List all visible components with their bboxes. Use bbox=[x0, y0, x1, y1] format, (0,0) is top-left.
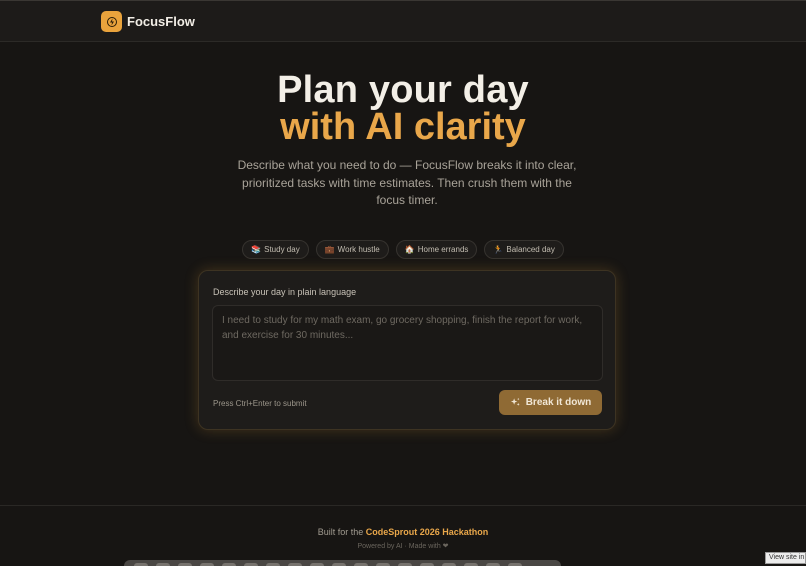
preset-chip-label: Balanced day bbox=[506, 245, 555, 254]
preset-chips: 📚 Study day 💼 Work hustle 🏠 Home errands… bbox=[0, 240, 806, 259]
break-it-down-button[interactable]: Break it down bbox=[499, 390, 602, 415]
hero: Plan your day with AI clarity bbox=[0, 68, 806, 146]
day-description-textarea[interactable]: I need to study for my math exam, go gro… bbox=[212, 305, 603, 381]
preset-chip-label: Study day bbox=[264, 245, 300, 254]
brand-name[interactable]: FocusFlow bbox=[127, 14, 195, 29]
preset-chip-balanced-day[interactable]: 🏃 Balanced day bbox=[484, 240, 564, 259]
sparkles-icon bbox=[510, 397, 520, 406]
input-label: Describe your day in plain language bbox=[213, 287, 357, 297]
hero-subtitle: Describe what you need to do — FocusFlow… bbox=[237, 158, 577, 207]
preset-chip-study-day[interactable]: 📚 Study day bbox=[242, 240, 309, 259]
lightning-bolt-icon bbox=[106, 16, 117, 27]
footer-powered: Powered by AI · Made with ❤ bbox=[357, 543, 449, 550]
top-nav: FocusFlow bbox=[0, 1, 806, 42]
os-dock bbox=[124, 560, 561, 566]
footer-credit: Built for the CodeSprout 2026 Hackathon bbox=[0, 527, 806, 537]
break-it-down-label: Break it down bbox=[525, 397, 592, 408]
hero-title-accent: with AI clarity bbox=[280, 106, 526, 148]
preset-chip-label: Home errands bbox=[417, 245, 469, 254]
briefcase-icon: 💼 bbox=[324, 245, 335, 254]
preset-chip-home-errands[interactable]: 🏠 Home errands bbox=[395, 240, 478, 259]
preset-chip-work-hustle[interactable]: 💼 Work hustle bbox=[315, 240, 389, 259]
runner-icon: 🏃 bbox=[493, 245, 504, 254]
footer-divider bbox=[0, 505, 806, 506]
plan-input-card: Describe your day in plain language I ne… bbox=[198, 270, 616, 430]
submit-hint: Press Ctrl+Enter to submit bbox=[213, 399, 307, 408]
books-icon: 📚 bbox=[251, 245, 262, 254]
logo[interactable] bbox=[101, 11, 122, 32]
view-site-button[interactable]: View site in bbox=[765, 552, 806, 564]
house-icon: 🏠 bbox=[404, 245, 415, 254]
footer-built-prefix: Built for the bbox=[317, 527, 364, 537]
preset-chip-label: Work hustle bbox=[337, 245, 380, 254]
hackathon-link[interactable]: CodeSprout 2026 Hackathon bbox=[366, 527, 489, 537]
